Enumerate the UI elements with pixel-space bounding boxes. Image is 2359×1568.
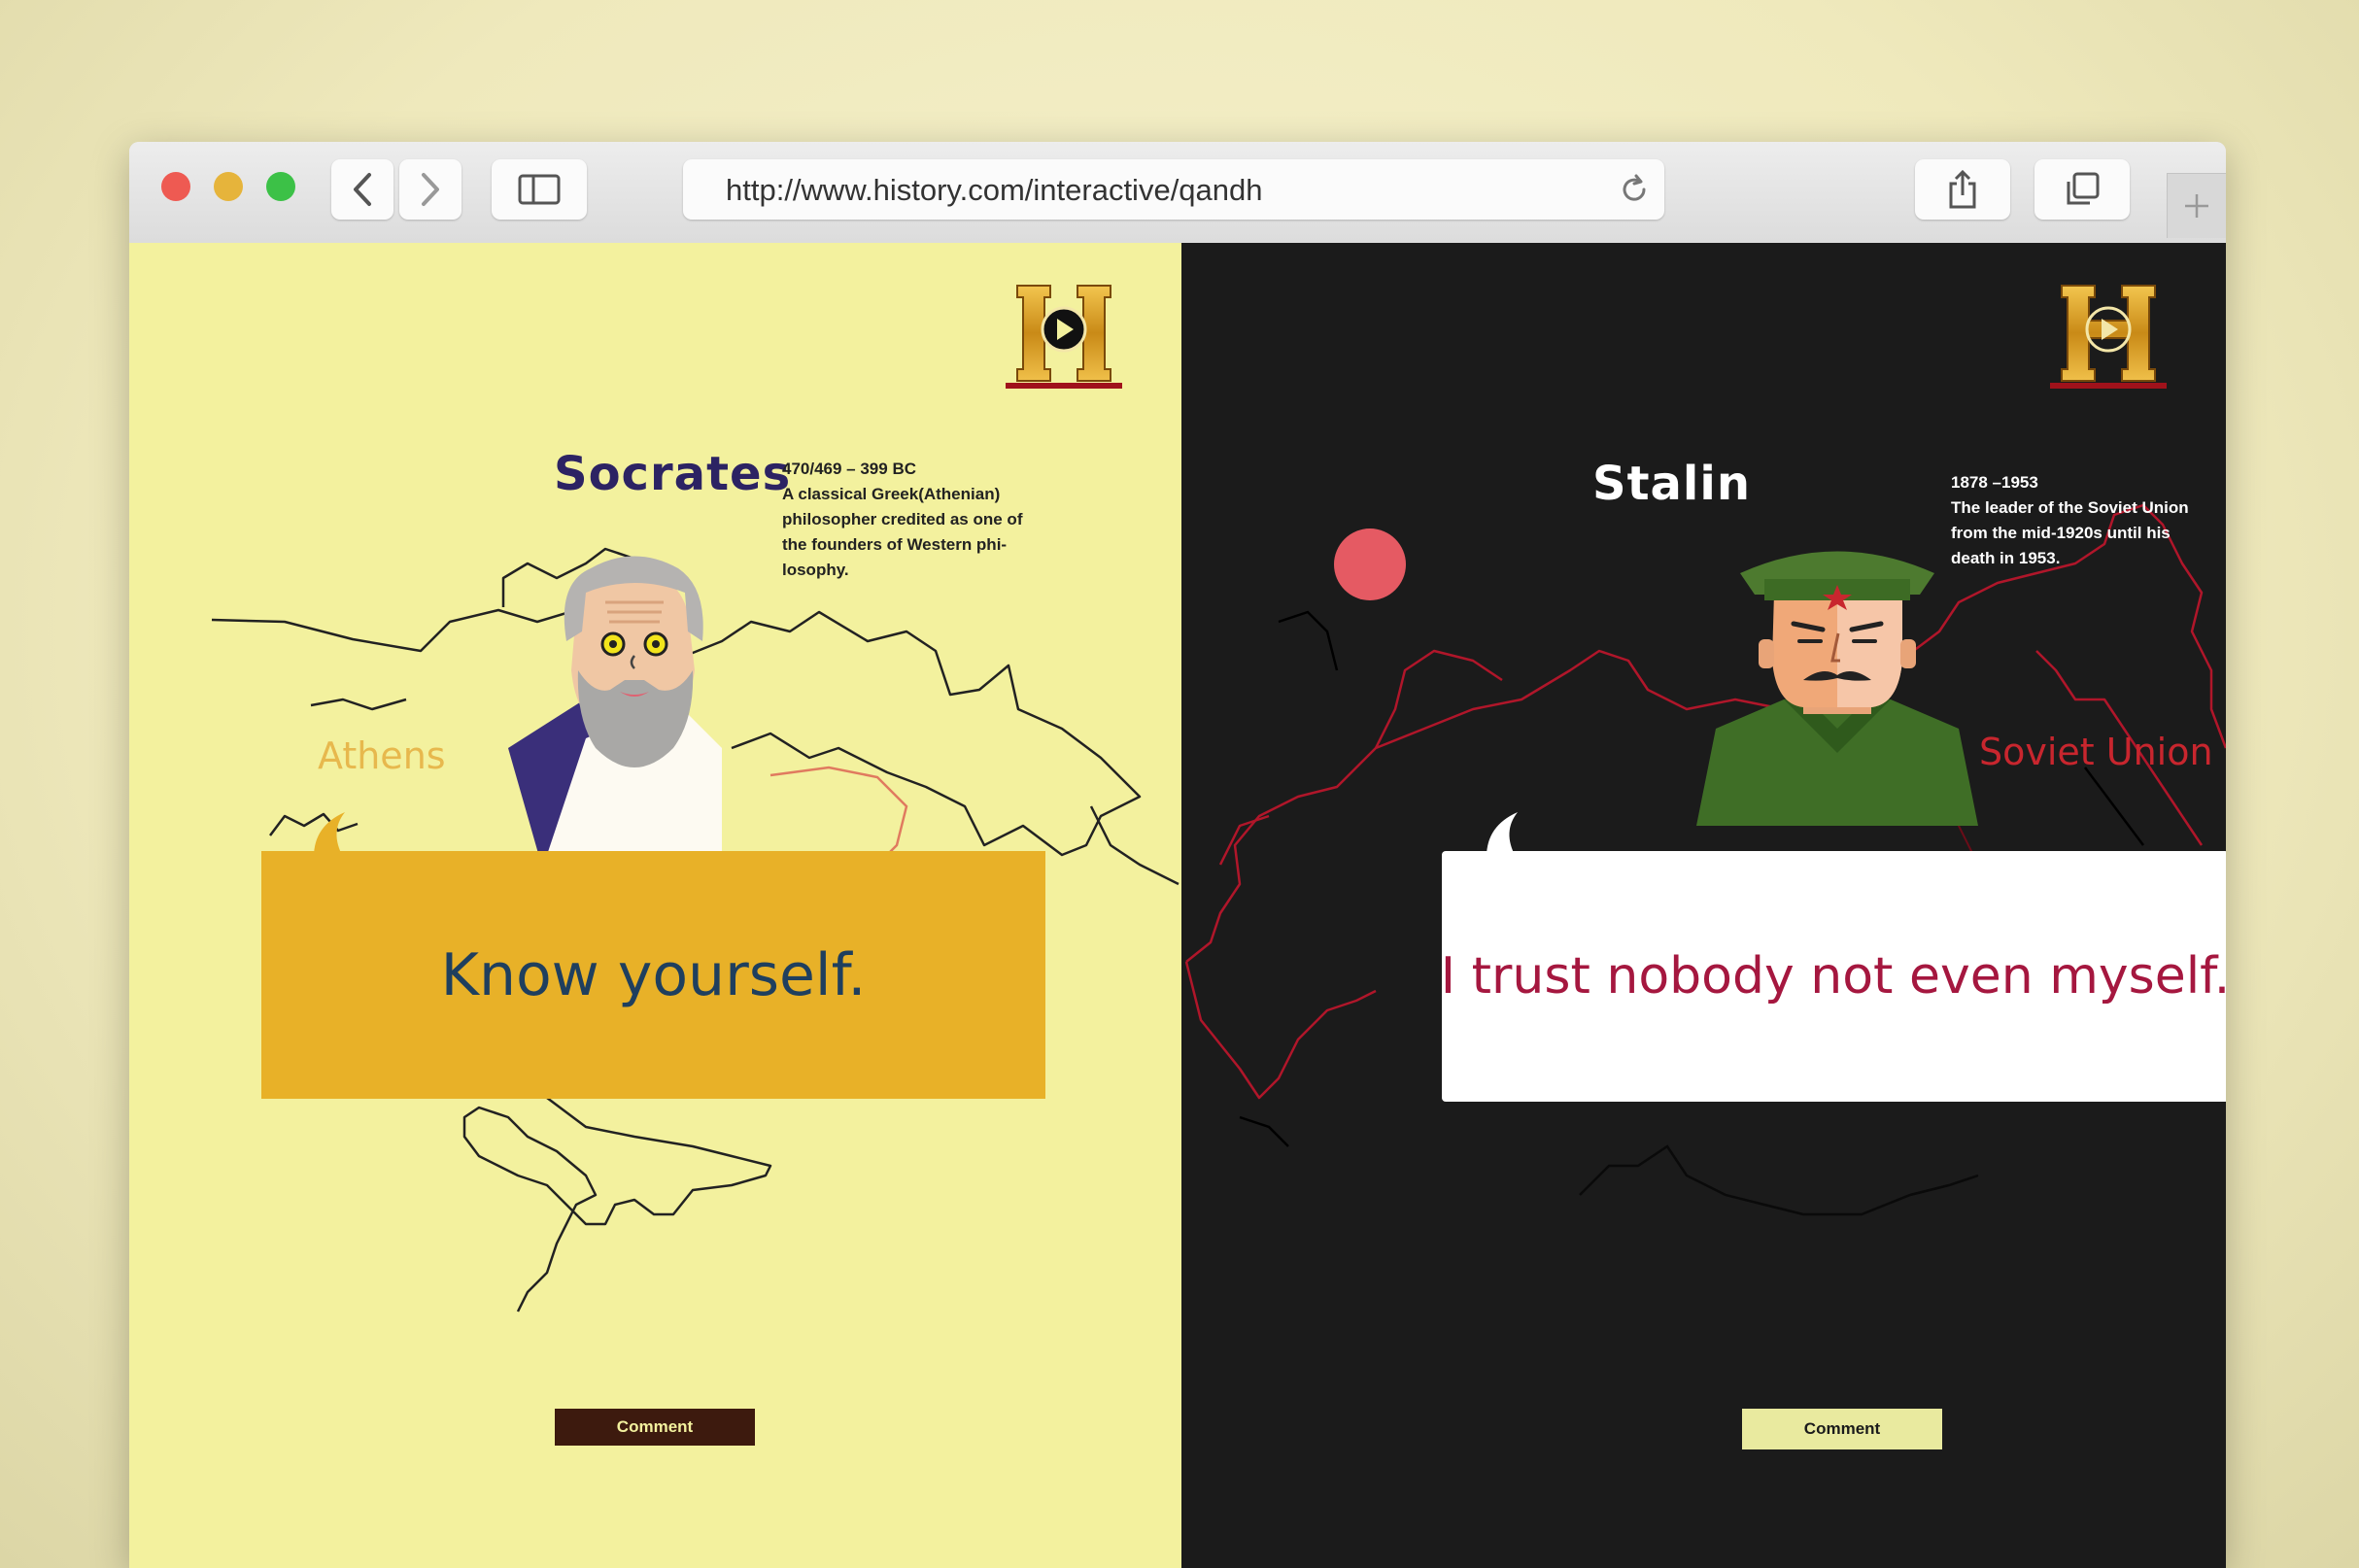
browser-window: http://www.history.com/interactive/qandh [129,142,2226,1568]
bio-line: the founders of Western phi- [782,535,1008,554]
sidebar-button[interactable] [492,159,587,220]
bio-line: A classical Greek(Athenian) [782,485,1001,503]
stalin-panel: Stalin 1878 –1953 The leader of the Sovi… [1181,243,2226,1568]
back-button[interactable] [331,159,393,220]
bio-line: philosopher credited as one of [782,510,1023,528]
history-logo[interactable] [2048,278,2169,392]
stalin-portrait [1696,551,1978,826]
socrates-portrait [508,556,722,884]
quote-text: I trust nobody not even myself. [1440,947,2226,1006]
reload-icon[interactable] [1618,173,1651,206]
speech-bubble-tail [314,812,345,857]
comment-button[interactable]: Comment [1742,1409,1942,1449]
tabs-overview-icon [2067,172,2100,205]
quote-bubble: I trust nobody not even myself. [1440,851,2226,1102]
close-window-button[interactable] [161,172,190,201]
historical-figure-name: Stalin [1592,457,1751,511]
minimize-window-button[interactable] [214,172,243,201]
location-label: Athens [318,734,446,777]
address-bar[interactable]: http://www.history.com/interactive/qandh [683,159,1664,220]
recording-indicator [1334,528,1406,600]
back-icon [354,173,371,206]
history-logo[interactable] [1004,278,1124,392]
new-tab-icon [2185,194,2208,218]
page-content: Socrates 470/469 – 399 BC A classical Gr… [129,243,2226,1568]
quote-text: Know yourself. [440,940,867,1009]
socrates-panel: Socrates 470/469 – 399 BC A classical Gr… [129,243,1181,1568]
bio-line: losophy. [782,561,849,579]
sidebar-icon [518,174,561,205]
comment-button[interactable]: Comment [555,1409,755,1446]
location-label: Soviet Union [1979,731,2213,773]
historical-figure-name: Socrates [554,447,792,501]
figure-bio: 470/469 – 399 BC A classical Greek(Athen… [782,457,1022,583]
bio-line: The leader of the Soviet Union [1951,498,2189,517]
forward-button[interactable] [399,159,462,220]
zoom-window-button[interactable] [266,172,295,201]
share-button[interactable] [1915,159,2010,220]
share-icon [1949,169,1976,209]
browser-toolbar: http://www.history.com/interactive/qandh [129,142,2226,245]
new-tab-button[interactable] [2167,173,2226,238]
tabs-overview-button[interactable] [2034,159,2130,220]
quote-bubble: Know yourself. [261,851,1045,1099]
url-text: http://www.history.com/interactive/qandh [726,173,1263,207]
bio-line: 470/469 – 399 BC [782,460,916,478]
forward-icon [422,173,439,206]
speech-bubble-tail [1487,812,1518,857]
bio-line: 1878 –1953 [1951,473,2038,492]
